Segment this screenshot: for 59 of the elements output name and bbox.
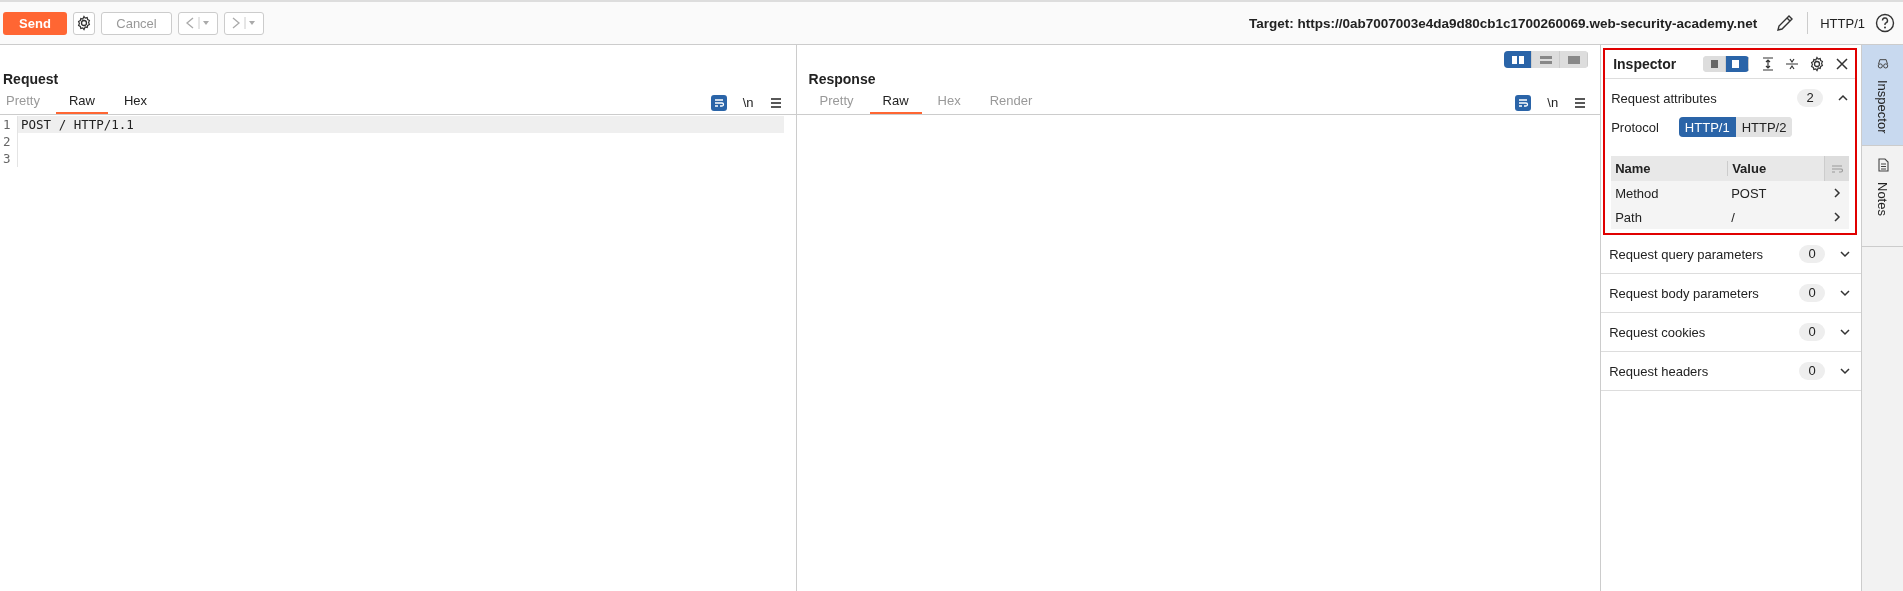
section-title[interactable]: Request headers — [1609, 363, 1799, 379]
section-title[interactable]: Request query parameters — [1609, 246, 1799, 262]
pane-title: Response — [807, 70, 877, 89]
menu-icon[interactable] — [769, 96, 782, 109]
menu-icon[interactable] — [1574, 96, 1587, 109]
table-cell-text: Path — [1614, 209, 1643, 225]
dock-button[interactable] — [1726, 56, 1749, 72]
section-title[interactable]: Request cookies — [1609, 324, 1799, 340]
document-icon — [1875, 158, 1890, 172]
editor-tab[interactable]: Raw — [55, 91, 108, 114]
chevron-icon[interactable] — [1839, 365, 1851, 377]
newline-toggle[interactable]: \n — [742, 95, 754, 110]
count-badge: 0 — [1799, 284, 1825, 302]
layout-button[interactable] — [1504, 51, 1533, 68]
pane-title: Request — [2, 70, 60, 89]
editor-tab[interactable]: Hex — [111, 91, 161, 114]
editor-tab[interactable]: Raw — [869, 91, 922, 114]
chevron-icon[interactable] — [1839, 287, 1851, 299]
section-title[interactable]: Request body parameters — [1609, 285, 1799, 301]
chevron-icon[interactable] — [1839, 248, 1851, 260]
expand-all-icon[interactable] — [1761, 57, 1775, 71]
rows-icon — [1538, 54, 1553, 65]
protocol-option[interactable]: HTTP/1 — [1678, 117, 1736, 137]
count-badge: 2 — [1797, 89, 1823, 107]
column-header[interactable]: Value — [1728, 161, 1824, 176]
line-number: 3 — [0, 150, 18, 167]
panel-icon — [1708, 59, 1720, 69]
count-badge: 0 — [1799, 245, 1825, 263]
newline-toggle[interactable]: \n — [1547, 95, 1559, 110]
protocol-label[interactable]: HTTP/1 — [1820, 15, 1865, 31]
single-panel-icon — [1566, 54, 1581, 65]
left-chevron-icon — [184, 16, 212, 30]
chevron-icon[interactable] — [1839, 326, 1851, 338]
inspector-title: Inspector — [1613, 56, 1677, 72]
help-icon[interactable] — [1875, 13, 1895, 33]
columns-icon — [1510, 54, 1525, 65]
collapse-all-icon[interactable] — [1785, 57, 1799, 71]
count-badge: 0 — [1799, 323, 1825, 341]
side-tab[interactable]: Inspector — [1862, 45, 1903, 146]
close-icon[interactable] — [1835, 57, 1849, 71]
target-url: Target: https://0ab7007003e4da9d80cb1c1700260069.web-security-academy.net — [1248, 15, 1758, 31]
protocol-label: Protocol — [1611, 119, 1659, 135]
count-badge: 0 — [1799, 362, 1825, 380]
chevron-right-icon[interactable] — [1833, 211, 1841, 223]
settings-button[interactable] — [73, 11, 95, 35]
table-cell-text: POST — [1730, 185, 1768, 201]
section-title[interactable]: Request attributes — [1611, 90, 1797, 106]
glasses-icon — [1875, 57, 1890, 70]
chevron-right-icon[interactable] — [1833, 187, 1841, 199]
side-tab[interactable]: Notes — [1862, 146, 1903, 247]
wrap-icon[interactable] — [710, 94, 727, 111]
column-header[interactable]: Name — [1611, 161, 1729, 176]
right-chevron-icon — [230, 16, 258, 30]
line-number: 2 — [0, 133, 18, 150]
wrap-icon[interactable] — [1515, 94, 1532, 111]
settings-icon[interactable] — [1809, 56, 1825, 72]
dock-button[interactable] — [1703, 56, 1726, 72]
table-cell-text: Method — [1614, 185, 1660, 201]
table-cell-text: / — [1730, 209, 1736, 225]
